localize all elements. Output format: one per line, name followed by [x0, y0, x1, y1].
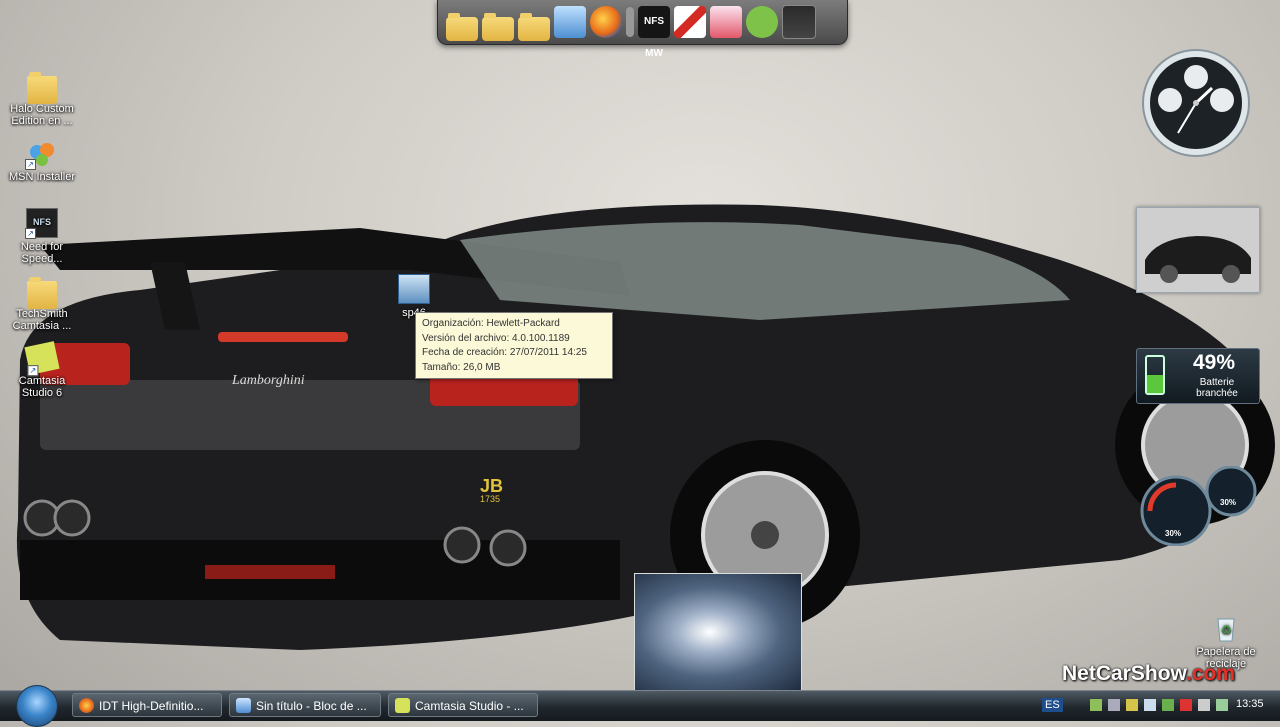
desktop-icon-camtasia[interactable]: ↗ Camtasia Studio 6: [6, 341, 78, 399]
dock-firefox-icon[interactable]: [590, 6, 622, 38]
meter-dials: [1140, 466, 1257, 546]
slideshow-car-thumbnail: [1137, 208, 1259, 292]
taskbar-item-camtasia[interactable]: Camtasia Studio - ...: [388, 693, 538, 717]
wifi-icon[interactable]: [1144, 699, 1156, 711]
battery-status: Batterie branchée: [1196, 377, 1238, 399]
msn-butterfly-icon: ↗: [25, 140, 57, 170]
system-tray: ES 13:35: [1040, 690, 1280, 720]
media-player-visualization[interactable]: [634, 573, 802, 691]
top-dock: NFS MW: [437, 0, 848, 59]
tooltip-creation-date: Fecha de creación: 27/07/2011 14:25: [422, 347, 587, 358]
battery-percent: 49%: [1193, 351, 1236, 374]
start-button[interactable]: [16, 685, 58, 727]
folder-icon: [27, 277, 57, 309]
dock-nfs-red-icon[interactable]: [674, 6, 706, 38]
language-indicator[interactable]: ES: [1042, 698, 1063, 712]
usb-icon[interactable]: [1108, 699, 1120, 711]
desktop-icon-halo[interactable]: Halo Custom Edition en ...: [6, 72, 78, 127]
recycle-bin-icon: ♻: [1211, 615, 1241, 643]
desktop-icon-label: Halo Custom Edition en ...: [10, 103, 74, 127]
cpu-meter-gadget[interactable]: 30% 30%: [1138, 466, 1258, 546]
dock-computer-icon[interactable]: [554, 6, 586, 38]
power-icon[interactable]: [1126, 699, 1138, 711]
volume-icon[interactable]: [1198, 699, 1210, 711]
dock-green-creature-icon[interactable]: [746, 6, 778, 38]
dock-game-icon[interactable]: [710, 6, 742, 38]
watermark-text: NetCarShow: [1062, 662, 1187, 685]
clock-gadget[interactable]: [1136, 48, 1256, 158]
network-icon[interactable]: [1090, 699, 1102, 711]
desktop-icon-label: Need for Speed...: [20, 241, 64, 265]
clock[interactable]: 13:35: [1236, 698, 1264, 710]
taskbar-item-label: IDT High-Definitio...: [99, 699, 204, 713]
dock-folder-icon[interactable]: [518, 13, 550, 41]
dock-folder-icon[interactable]: [482, 13, 514, 41]
dock-nfs-mw-icon[interactable]: NFS MW: [638, 6, 670, 59]
battery-icon: [1145, 355, 1165, 395]
svg-text:Lamborghini: Lamborghini: [231, 373, 305, 388]
notepad-icon: [236, 698, 251, 713]
folder-icon: [27, 72, 57, 104]
battery-gadget[interactable]: 49% Batterie branchée: [1136, 348, 1260, 404]
taskbar-item-idt[interactable]: IDT High-Definitio...: [72, 693, 222, 717]
ram-percent: 30%: [1220, 498, 1237, 507]
camtasia-icon: ↗: [24, 341, 60, 377]
antivirus-icon[interactable]: [1180, 699, 1192, 711]
battery-tray-icon[interactable]: [1216, 699, 1228, 711]
firefox-icon: [79, 698, 94, 713]
tooltip-size: Tamaño: 26,0 MB: [422, 361, 501, 373]
tray-icons: [1090, 699, 1228, 711]
slideshow-gadget[interactable]: [1136, 207, 1260, 293]
dock-folder-icon[interactable]: [446, 13, 478, 41]
installer-icon: [398, 274, 430, 304]
desktop-icon-nfs[interactable]: NFS ↗ Need for Speed...: [6, 208, 78, 265]
tooltip-file-version: Versión del archivo: 4.0.100.1189: [422, 332, 570, 344]
svg-text:JB: JB: [480, 476, 503, 496]
file-tooltip: Organización: Hewlett-Packard Versión de…: [415, 312, 613, 379]
desktop-icon-techsmith[interactable]: TechSmith Camtasia ...: [6, 277, 78, 332]
dock-separator: [626, 7, 634, 37]
dock-nfs-shift-icon[interactable]: [782, 5, 816, 39]
camtasia-icon: [395, 698, 410, 713]
nfs-icon: NFS ↗: [25, 208, 58, 239]
watermark: NetCarShow.com: [1062, 662, 1235, 686]
security-icon[interactable]: [1162, 699, 1174, 711]
taskbar-item-notepad[interactable]: Sin título - Bloc de ...: [229, 693, 381, 717]
desktop-icon-label: Camtasia Studio 6: [18, 375, 66, 399]
svg-text:1735: 1735: [480, 494, 500, 504]
taskbar-item-label: Camtasia Studio - ...: [415, 699, 524, 713]
taskbar-item-label: Sin título - Bloc de ...: [256, 699, 367, 713]
desktop-icon-msn[interactable]: ↗ MSN Installer: [6, 140, 78, 183]
desktop-icon-label: TechSmith Camtasia ...: [12, 308, 72, 332]
desktop-icon-label: MSN Installer: [8, 171, 76, 183]
tooltip-organization: Organización: Hewlett-Packard: [422, 318, 560, 329]
watermark-suffix: .com: [1186, 662, 1236, 685]
svg-text:♻: ♻: [1221, 623, 1232, 637]
cpu-percent: 30%: [1165, 529, 1182, 538]
